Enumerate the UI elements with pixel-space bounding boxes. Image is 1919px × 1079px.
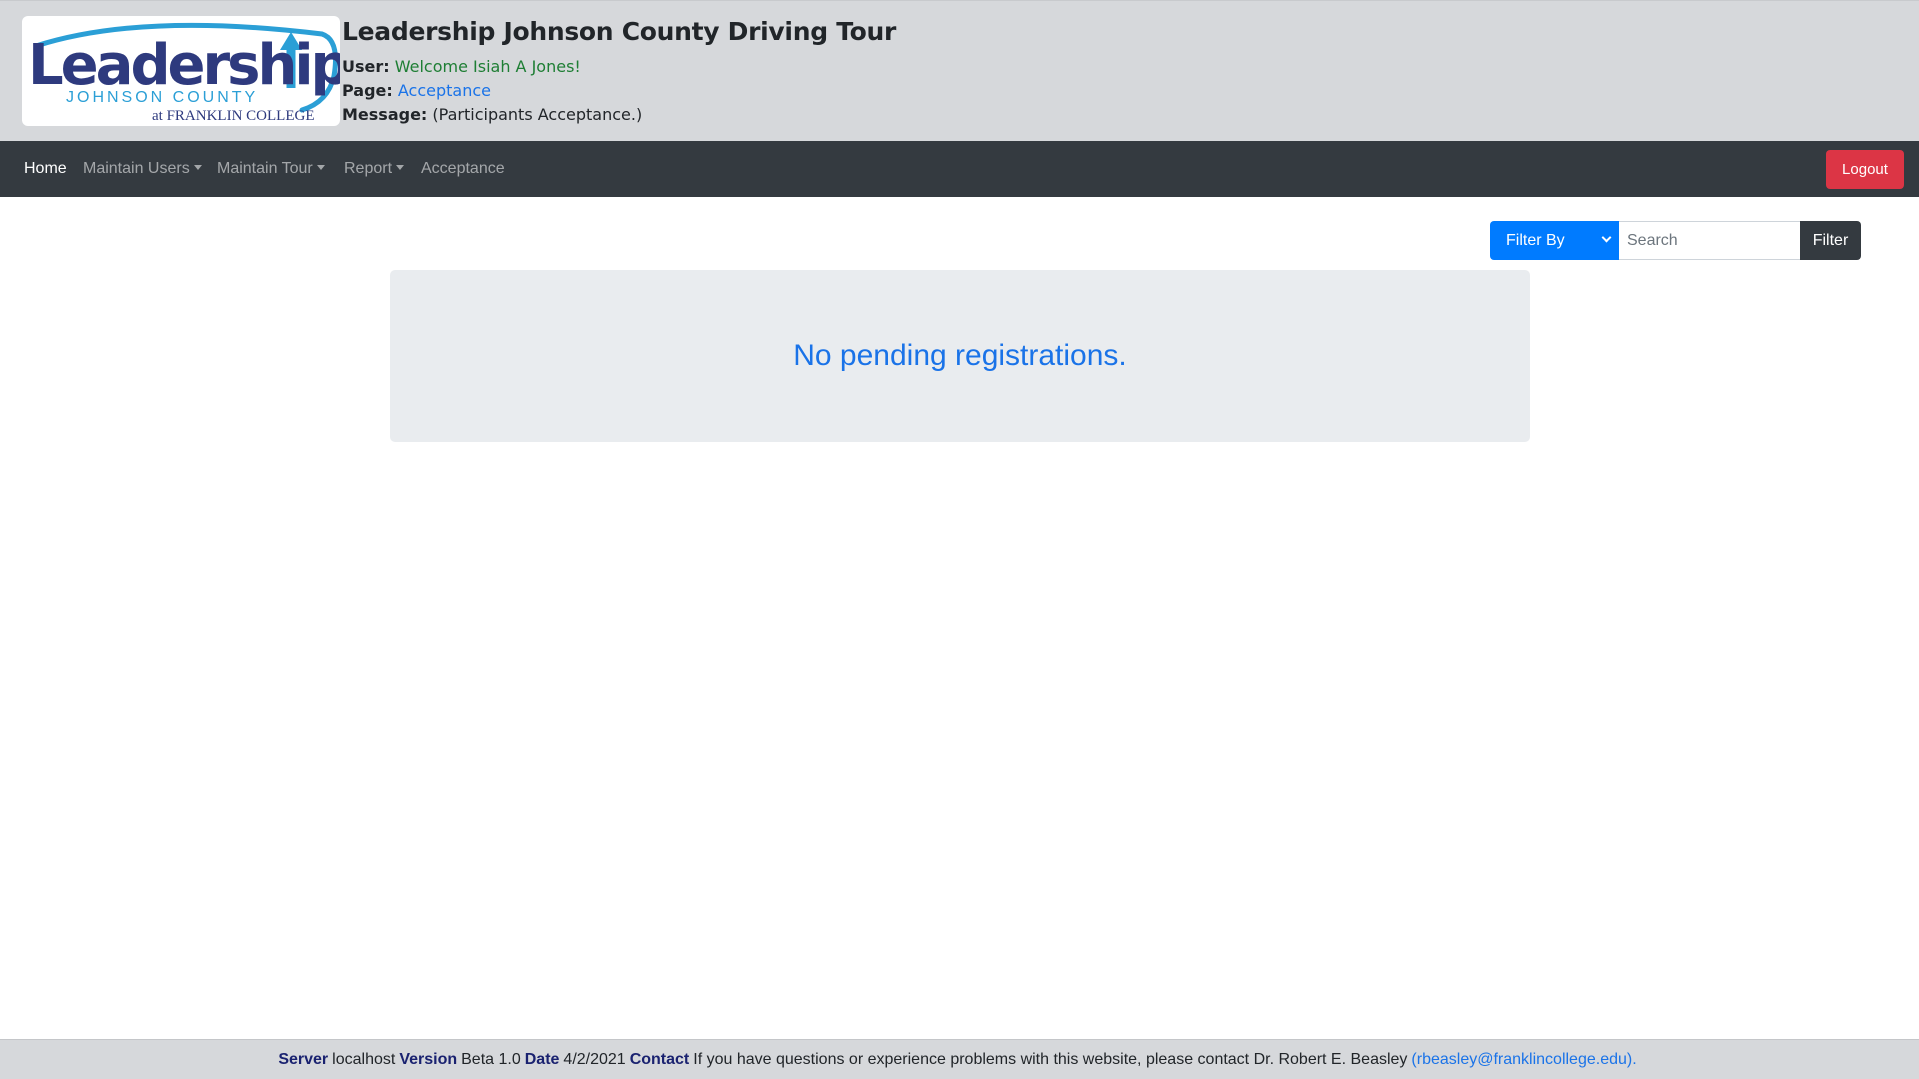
message-text: (Participants Acceptance.) (432, 105, 643, 124)
nav-home[interactable]: Home (24, 141, 67, 197)
footer-contact-label: Contact (629, 1050, 690, 1068)
logout-button[interactable]: Logout (1826, 150, 1904, 189)
page-line: Page: Acceptance (342, 81, 491, 100)
page-footer: Server localhost Version Beta 1.0 Date 4… (0, 1039, 1919, 1079)
page-header: Leadership JOHNSON COUNTY at FRANKLIN CO… (0, 0, 1919, 141)
nav-maintain-users[interactable]: Maintain Users (83, 141, 202, 197)
footer-server-value: localhost (332, 1050, 396, 1068)
footer-version-value: Beta 1.0 (461, 1050, 521, 1068)
dropdown-caret-icon (193, 165, 202, 170)
dropdown-caret-icon (316, 165, 325, 170)
nav-maintain-tour[interactable]: Maintain Tour (217, 141, 325, 197)
user-label: User: (342, 57, 390, 76)
filter-button[interactable]: Filter (1800, 221, 1861, 260)
logo-sub: JOHNSON COUNTY (66, 89, 258, 106)
footer-server-label: Server (278, 1050, 329, 1068)
nav-report[interactable]: Report (344, 141, 405, 197)
nav-report-label: Report (344, 160, 393, 177)
main-navbar: Home Maintain Users Maintain Tour Report… (0, 141, 1919, 197)
search-input[interactable] (1619, 221, 1800, 260)
filter-by-label: Filter By (1506, 232, 1565, 249)
filter-group: Filter By Filter (1490, 221, 1861, 260)
logo-tag: at FRANKLIN COLLEGE (152, 108, 314, 124)
message-line: Message: (Participants Acceptance.) (342, 105, 642, 124)
user-welcome: Welcome Isiah A Jones! (394, 57, 581, 76)
footer-date-value: 4/2/2021 (563, 1050, 626, 1068)
page-label: Page: (342, 81, 393, 100)
footer-version-label: Version (399, 1050, 458, 1068)
nav-acceptance[interactable]: Acceptance (421, 141, 505, 197)
page-name: Acceptance (397, 81, 492, 100)
nav-maintain-users-label: Maintain Users (83, 160, 190, 177)
user-line: User: Welcome Isiah A Jones! (342, 57, 581, 76)
dropdown-caret-icon (396, 165, 405, 170)
logo-graphic: Leadership JOHNSON COUNTY at FRANKLIN CO… (28, 22, 340, 124)
footer-date-label: Date (524, 1050, 560, 1068)
pending-registrations-panel: No pending registrations. (390, 270, 1530, 442)
empty-state-message: No pending registrations. (793, 339, 1127, 372)
filter-by-select[interactable]: Filter By (1490, 221, 1619, 260)
chevron-down-icon (1601, 232, 1612, 243)
message-label: Message: (342, 105, 428, 124)
page-title: Leadership Johnson County Driving Tour (342, 17, 897, 46)
nav-maintain-tour-label: Maintain Tour (217, 160, 313, 177)
leadership-logo[interactable]: Leadership JOHNSON COUNTY at FRANKLIN CO… (22, 16, 340, 126)
footer-contact-email-link[interactable]: (rbeasley@franklincollege.edu). (1411, 1051, 1636, 1069)
footer-contact-text: If you have questions or experience prob… (693, 1050, 1408, 1068)
